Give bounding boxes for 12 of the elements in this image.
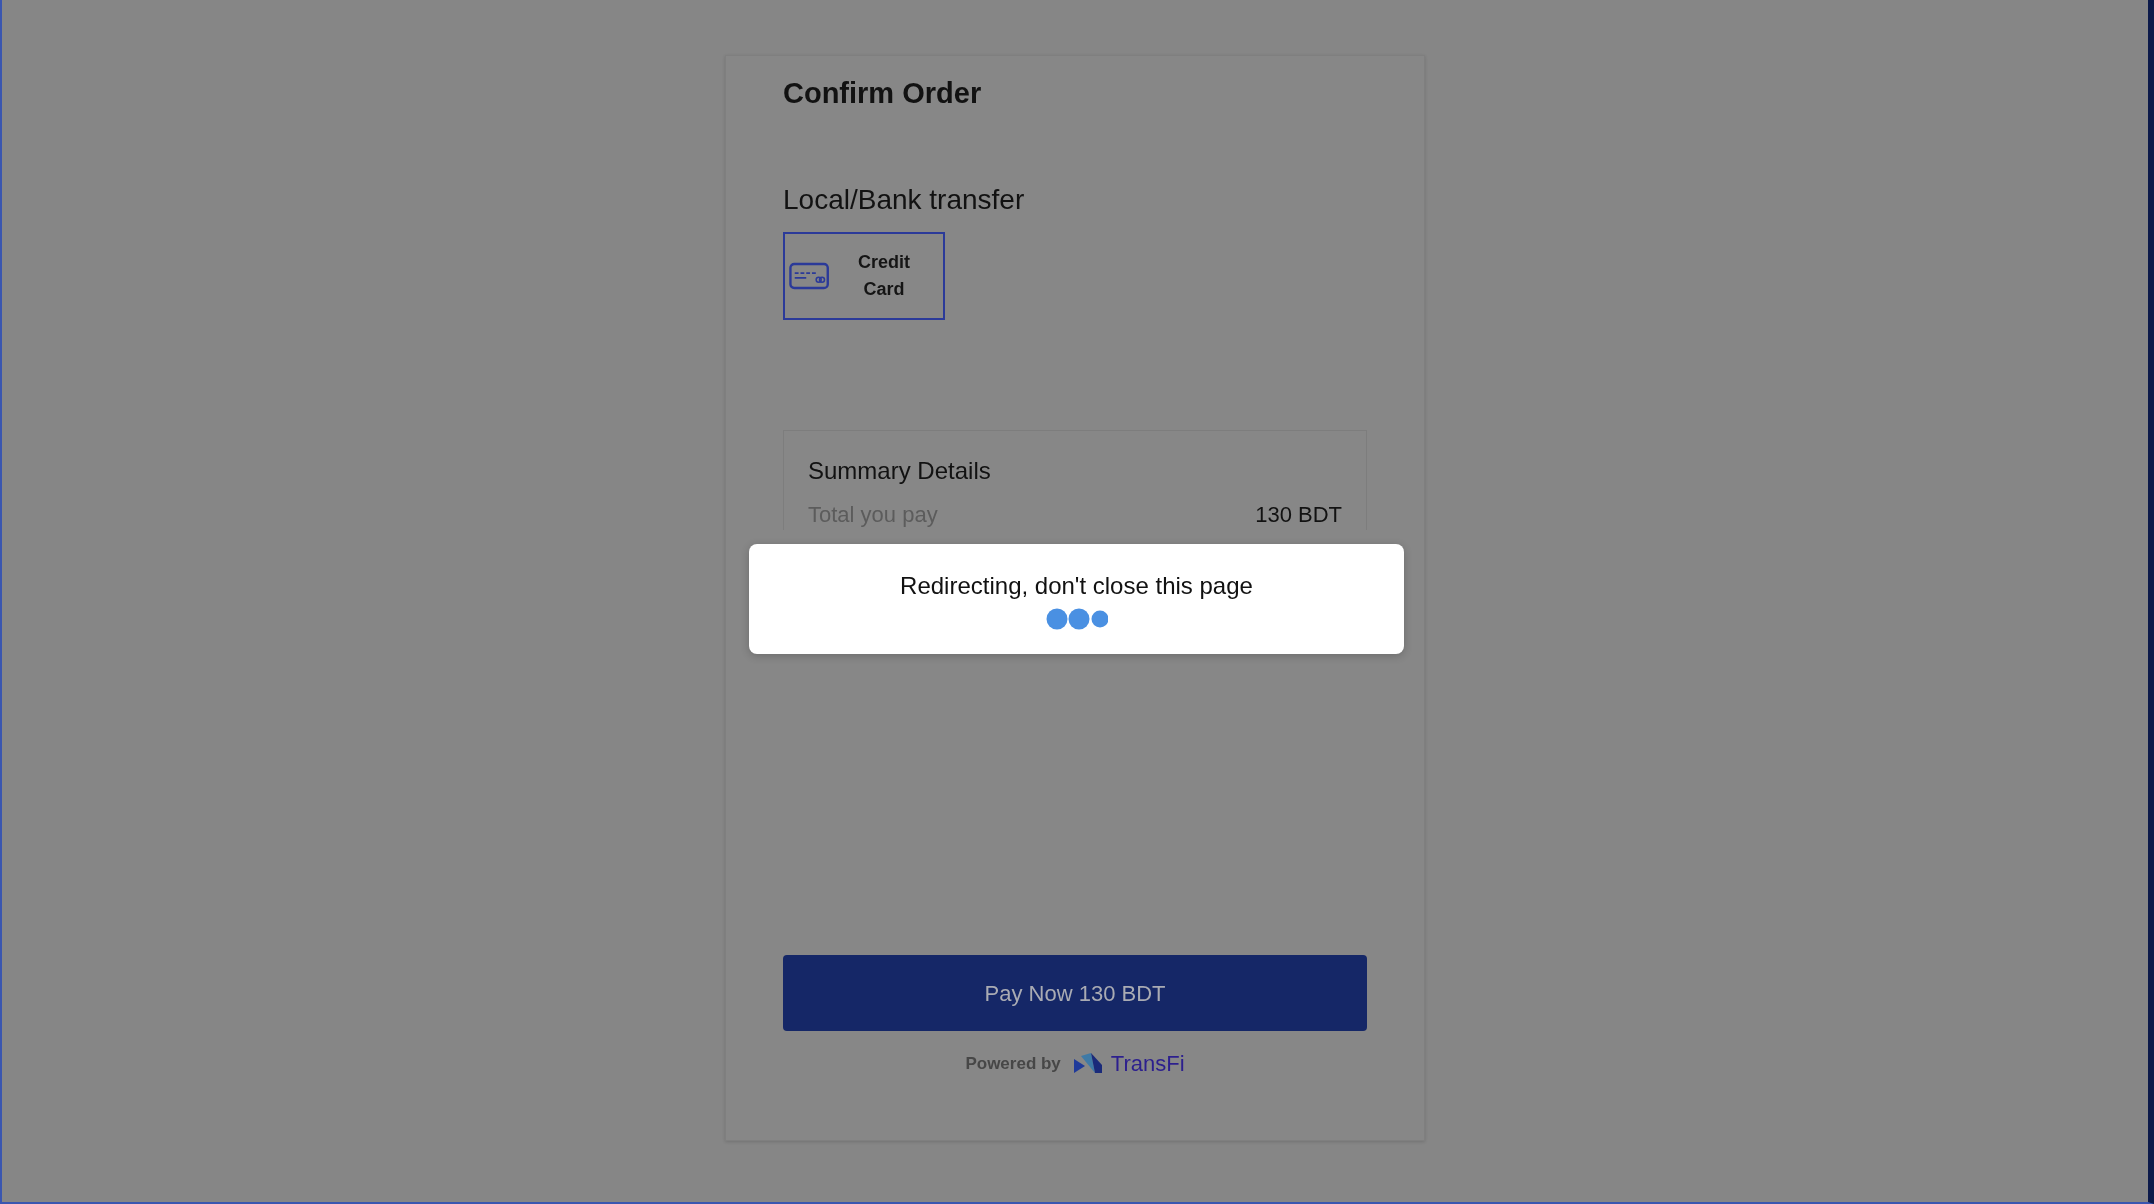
summary-title: Summary Details xyxy=(808,456,992,487)
credit-card-icon xyxy=(789,262,830,291)
brand-name: TransFi xyxy=(1110,1050,1185,1078)
loading-dots-icon xyxy=(1045,608,1108,630)
summary-value: 130 BDT xyxy=(1255,503,1342,528)
logo-icon xyxy=(1072,1052,1103,1075)
section-title: Local/Bank transfer xyxy=(783,182,1026,217)
redirect-message: Redirecting, don't close this page xyxy=(900,571,1253,601)
powered-by-text: Powered by xyxy=(965,1052,1061,1075)
payment-method-tile[interactable]: Credit Card xyxy=(783,232,945,321)
page-title: Confirm Order xyxy=(783,76,983,111)
pay-now-button[interactable]: Pay Now 130 BDT xyxy=(783,955,1367,1031)
